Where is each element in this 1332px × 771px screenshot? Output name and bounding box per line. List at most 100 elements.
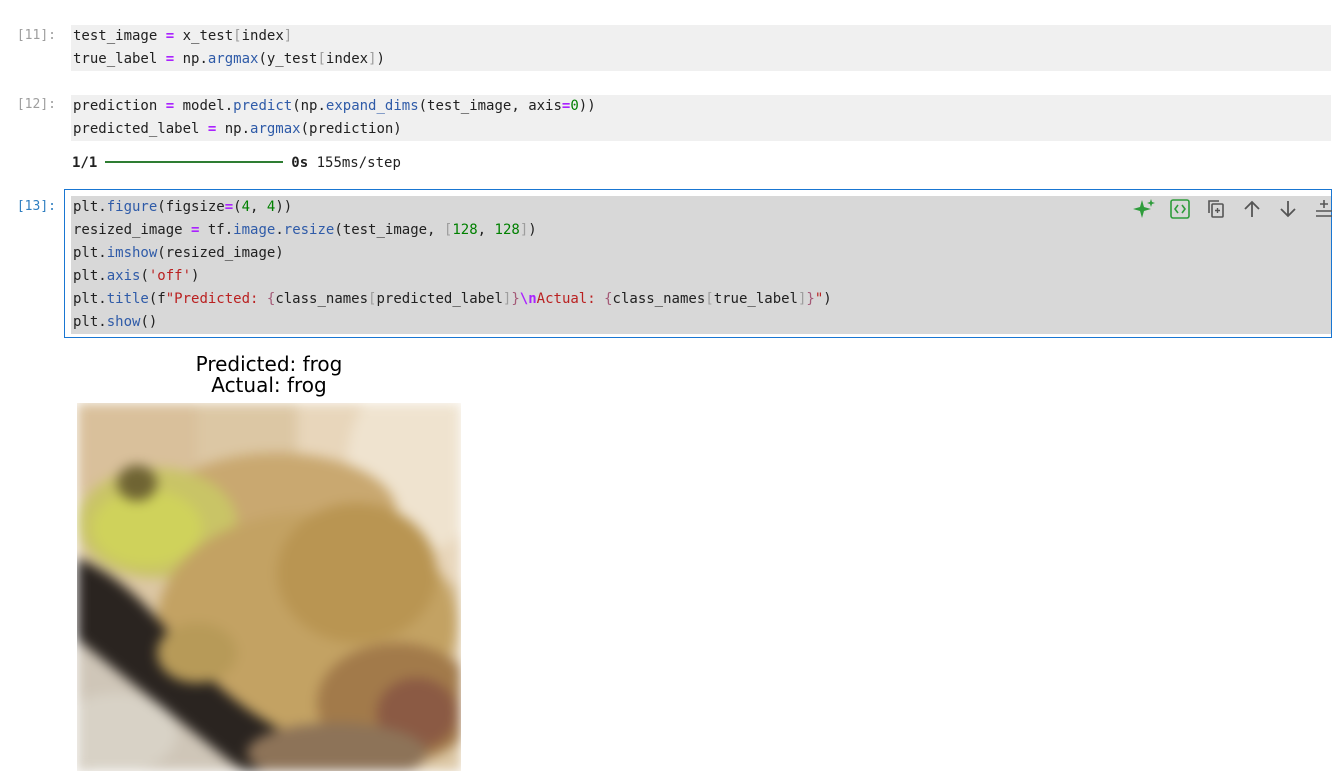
code-brackets-icon[interactable]: [1168, 197, 1192, 221]
code-token: figure: [106, 199, 158, 215]
code-token: expand_dims: [325, 98, 419, 114]
code-token: .: [275, 222, 284, 238]
code-token: "Predicted:: [165, 291, 267, 307]
code-token: (: [140, 268, 149, 284]
code-token: np.: [216, 121, 251, 137]
code-token: plt.: [73, 291, 107, 307]
code-token: resized_image: [73, 222, 192, 238]
code-token: (): [140, 314, 158, 330]
plot-title-line2: Actual: frog: [211, 373, 327, 397]
code-cell[interactable]: prediction = model.predict(np.expand_dim…: [64, 88, 1332, 146]
code-token: }: [511, 291, 520, 307]
code-token: ]: [519, 222, 529, 238]
code-line: test_image = x_test[index]: [71, 25, 1331, 48]
code-token: test_image: [73, 28, 166, 44]
code-token: class_names: [612, 291, 706, 307]
code-token: predicted_label: [73, 121, 208, 137]
code-token: (resized_image): [157, 245, 284, 261]
code-token: resize: [283, 222, 335, 238]
code-token: model.: [174, 98, 234, 114]
code-token: (test_image, axis: [418, 98, 562, 114]
code-line: plt.title(f"Predicted: {class_names[pred…: [71, 288, 1331, 311]
code-token: =: [165, 28, 175, 44]
code-token: image: [233, 222, 276, 238]
code-token: true_label: [73, 51, 166, 67]
code-token: plt.: [73, 199, 107, 215]
progress-count: 1/1: [72, 155, 98, 171]
code-token: (np.: [292, 98, 326, 114]
code-line: predicted_label = np.argmax(prediction): [71, 118, 1331, 141]
code-editor[interactable]: test_image = x_test[index] true_label = n…: [71, 25, 1331, 71]
code-line: resized_image = tf.image.resize(test_ima…: [71, 219, 1331, 242]
cell-prompt: [11]:: [16, 28, 56, 43]
code-token: {: [604, 291, 613, 307]
insert-below-icon[interactable]: [1312, 197, 1332, 221]
code-token: ): [376, 51, 385, 67]
code-token: (y_test: [258, 51, 318, 67]
code-token: argmax: [207, 51, 259, 67]
plot-title-line1: Predicted: frog: [195, 352, 343, 376]
code-token: axis: [106, 268, 141, 284]
sparkle-icon[interactable]: [1132, 197, 1156, 221]
cell-prompt: [12]:: [16, 97, 56, 112]
frog-image: [77, 403, 461, 771]
code-token: [: [233, 28, 242, 44]
code-token: ]: [368, 51, 377, 67]
code-token: ]: [283, 28, 293, 44]
code-token: [: [317, 51, 326, 67]
code-editor[interactable]: prediction = model.predict(np.expand_dim…: [71, 95, 1331, 141]
code-line: true_label = np.argmax(y_test[index]): [71, 48, 1331, 71]
code-token: index: [241, 28, 284, 44]
code-cell[interactable]: test_image = x_test[index] true_label = n…: [64, 18, 1332, 76]
move-down-icon[interactable]: [1276, 197, 1300, 221]
code-token: ): [191, 268, 200, 284]
code-token: (prediction): [300, 121, 402, 137]
progress-bar: [105, 161, 284, 163]
code-token: )): [275, 199, 293, 215]
code-token: class_names: [275, 291, 369, 307]
code-line: plt.axis('off'): [71, 265, 1331, 288]
move-up-icon[interactable]: [1240, 197, 1264, 221]
code-token: 128: [452, 222, 478, 238]
code-token: 4: [241, 199, 251, 215]
code-token: 0: [570, 98, 579, 114]
code-token: x_test: [174, 28, 234, 44]
code-token: argmax: [250, 121, 301, 137]
code-token: ,: [477, 222, 495, 238]
code-token: plt.: [73, 314, 107, 330]
code-token: =: [165, 51, 175, 67]
code-token: =: [224, 199, 234, 215]
cell-toolbar: [1132, 197, 1332, 221]
code-token: predict: [233, 98, 293, 114]
code-token: imshow: [106, 245, 158, 261]
code-token: (f: [148, 291, 166, 307]
progress-output: 1/1 0s 155ms/step: [72, 152, 401, 174]
code-token: [: [705, 291, 714, 307]
code-line: plt.imshow(resized_image): [71, 242, 1331, 265]
cell-prompt: [13]:: [16, 199, 56, 214]
code-token: 'off': [148, 268, 192, 284]
code-token: true_label: [713, 291, 798, 307]
code-token: ,: [250, 199, 267, 215]
code-token: show: [106, 314, 141, 330]
code-token: =: [165, 98, 175, 114]
progress-rate: 155ms/step: [308, 155, 401, 171]
code-token: plt.: [73, 245, 107, 261]
code-token: 128: [494, 222, 520, 238]
duplicate-icon[interactable]: [1204, 197, 1228, 221]
progress-time: 0s: [291, 155, 309, 171]
code-token: Actual:: [536, 291, 605, 307]
code-token: ): [528, 222, 537, 238]
code-line: prediction = model.predict(np.expand_dim…: [71, 95, 1331, 118]
code-token: plt.: [73, 268, 107, 284]
code-token: }: [806, 291, 815, 307]
code-token: )): [578, 98, 596, 114]
code-token: predicted_label: [376, 291, 503, 307]
code-token: tf.: [199, 222, 234, 238]
code-token: (: [233, 199, 242, 215]
code-token: index: [325, 51, 369, 67]
code-token: title: [106, 291, 149, 307]
code-token: prediction: [73, 98, 166, 114]
code-token: ): [823, 291, 832, 307]
code-token: np.: [174, 51, 208, 67]
